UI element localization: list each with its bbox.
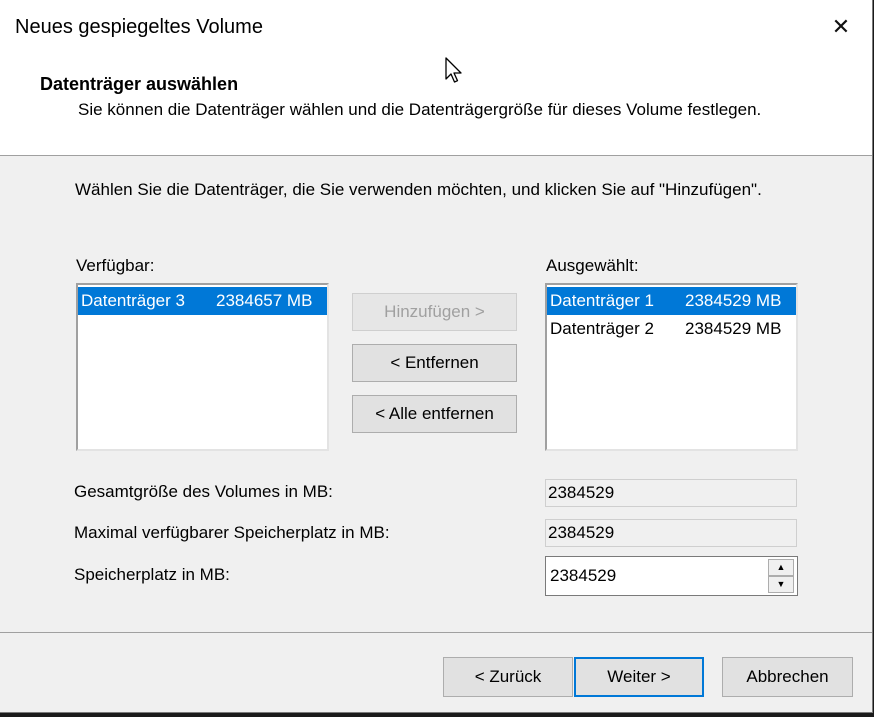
available-disks-list[interactable]: Datenträger 3 2384657 MB [76,283,329,451]
wizard-header: Datenträger auswählen Sie können die Dat… [0,55,872,156]
spin-down-icon[interactable]: ▼ [768,576,794,593]
available-label: Verfügbar: [76,256,155,275]
list-item[interactable]: Datenträger 1 2384529 MB [547,287,796,315]
back-button[interactable]: < Zurück [443,657,573,697]
list-item[interactable]: Datenträger 2 2384529 MB [547,315,796,343]
instruction-text: Wählen Sie die Datenträger, die Sie verw… [75,180,762,199]
selected-label: Ausgewählt: [546,256,639,275]
space-input-value: 2384529 [550,566,617,585]
disk-size: 2384529 MB [685,319,782,338]
footer-separator [0,632,872,633]
title-bar: Neues gespiegeltes Volume ✕ [0,0,872,55]
disk-size: 2384657 MB [216,291,313,310]
spin-up-icon[interactable]: ▲ [768,559,794,576]
remove-button[interactable]: < Entfernen [352,344,517,382]
new-mirrored-volume-dialog: Neues gespiegeltes Volume ✕ Datenträger … [0,0,873,713]
page-description: Sie können die Datenträger wählen und di… [78,100,762,119]
close-icon[interactable]: ✕ [818,8,864,46]
mouse-pointer-icon [445,57,462,83]
page-title: Datenträger auswählen [40,74,239,94]
disk-name: Datenträger 3 [81,291,185,310]
list-item[interactable]: Datenträger 3 2384657 MB [78,287,327,315]
max-space-value: 2384529 [545,519,797,547]
space-input[interactable]: 2384529 [545,556,798,596]
disk-name: Datenträger 1 [550,291,654,310]
add-button[interactable]: Hinzufügen > [352,293,517,331]
total-size-label: Gesamtgröße des Volumes in MB: [74,482,333,501]
disk-name: Datenträger 2 [550,319,654,338]
space-label: Speicherplatz in MB: [74,565,230,584]
window-title: Neues gespiegeltes Volume [15,16,263,38]
cancel-button[interactable]: Abbrechen [722,657,853,697]
selected-disks-list[interactable]: Datenträger 1 2384529 MB Datenträger 2 2… [545,283,798,451]
next-button[interactable]: Weiter > [574,657,704,697]
max-space-label: Maximal verfügbarer Speicherplatz in MB: [74,523,390,542]
total-size-value: 2384529 [545,479,797,507]
disk-size: 2384529 MB [685,291,782,310]
remove-all-button[interactable]: < Alle entfernen [352,395,517,433]
